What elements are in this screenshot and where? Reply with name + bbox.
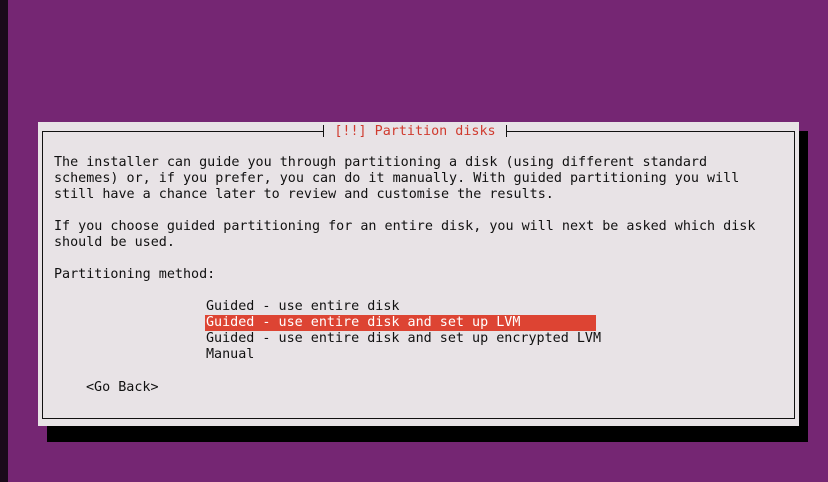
partition-disks-dialog: [!!] Partition disks The installer can g… [38,122,799,426]
option-guided-entire-disk[interactable]: Guided - use entire disk [205,299,400,315]
intro-paragraph: The installer can guide you through part… [54,155,740,202]
go-back-button[interactable]: <Go Back> [86,380,159,396]
option-manual[interactable]: Manual [205,347,255,363]
partitioning-method-label: Partitioning method: [54,267,216,282]
screen-edge [0,0,8,482]
guided-info-paragraph: If you choose guided partitioning for an… [54,219,756,250]
dialog-title: [!!] Partition disks [323,122,507,142]
option-guided-encrypted-lvm[interactable]: Guided - use entire disk and set up encr… [205,331,602,347]
option-guided-lvm[interactable]: Guided - use entire disk and set up LVM [205,315,596,331]
